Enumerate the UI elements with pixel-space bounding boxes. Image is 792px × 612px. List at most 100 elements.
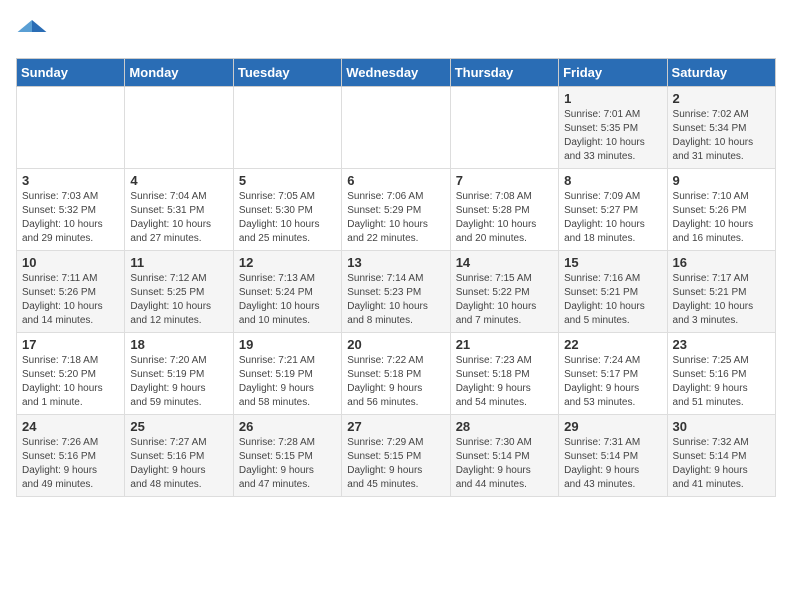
day-info: Sunrise: 7:21 AM Sunset: 5:19 PM Dayligh… xyxy=(239,354,336,410)
weekday-header-monday: Monday xyxy=(125,59,233,87)
calendar-cell: 20 Sunrise: 7:22 AM Sunset: 5:18 PM Dayli… xyxy=(342,333,450,415)
day-info: Sunrise: 7:26 AM Sunset: 5:16 PM Dayligh… xyxy=(22,436,119,492)
day-info: Sunrise: 7:12 AM Sunset: 5:25 PM Dayligh… xyxy=(130,272,227,328)
day-info: Sunrise: 7:15 AM Sunset: 5:22 PM Dayligh… xyxy=(456,272,553,328)
calendar-cell: 9 Sunrise: 7:10 AM Sunset: 5:26 PM Daylig… xyxy=(667,169,775,251)
day-number: 2 xyxy=(673,91,770,106)
day-number: 17 xyxy=(22,337,119,352)
calendar-cell: 19 Sunrise: 7:21 AM Sunset: 5:19 PM Dayli… xyxy=(233,333,341,415)
day-info: Sunrise: 7:04 AM Sunset: 5:31 PM Dayligh… xyxy=(130,190,227,246)
calendar-cell: 26 Sunrise: 7:28 AM Sunset: 5:15 PM Dayli… xyxy=(233,415,341,497)
day-number: 4 xyxy=(130,173,227,188)
day-info: Sunrise: 7:28 AM Sunset: 5:15 PM Dayligh… xyxy=(239,436,336,492)
calendar-cell: 5 Sunrise: 7:05 AM Sunset: 5:30 PM Daylig… xyxy=(233,169,341,251)
day-number: 16 xyxy=(673,255,770,270)
calendar-cell: 8Sunrise: 7:09 AM Sunset: 5:27 PM Daylig… xyxy=(559,169,667,251)
day-number: 18 xyxy=(130,337,227,352)
day-number: 10 xyxy=(22,255,119,270)
calendar-cell: 4 Sunrise: 7:04 AM Sunset: 5:31 PM Daylig… xyxy=(125,169,233,251)
weekday-header-wednesday: Wednesday xyxy=(342,59,450,87)
day-number: 8 xyxy=(564,173,661,188)
day-number: 23 xyxy=(673,337,770,352)
calendar-cell xyxy=(450,87,558,169)
calendar-cell xyxy=(17,87,125,169)
logo xyxy=(16,16,52,48)
day-number: 24 xyxy=(22,419,119,434)
calendar-cell: 18 Sunrise: 7:20 AM Sunset: 5:19 PM Dayli… xyxy=(125,333,233,415)
day-number: 21 xyxy=(456,337,553,352)
day-number: 20 xyxy=(347,337,444,352)
day-number: 26 xyxy=(239,419,336,434)
calendar-cell: 29 Sunrise: 7:31 AM Sunset: 5:14 PM Dayli… xyxy=(559,415,667,497)
calendar-cell: 15 Sunrise: 7:16 AM Sunset: 5:21 PM Dayli… xyxy=(559,251,667,333)
day-number: 30 xyxy=(673,419,770,434)
calendar-cell: 7 Sunrise: 7:08 AM Sunset: 5:28 PM Daylig… xyxy=(450,169,558,251)
calendar-cell xyxy=(233,87,341,169)
day-info: Sunrise: 7:05 AM Sunset: 5:30 PM Dayligh… xyxy=(239,190,336,246)
calendar-cell: 11 Sunrise: 7:12 AM Sunset: 5:25 PM Dayli… xyxy=(125,251,233,333)
day-info: Sunrise: 7:18 AM Sunset: 5:20 PM Dayligh… xyxy=(22,354,119,410)
day-info: Sunrise: 7:17 AM Sunset: 5:21 PM Dayligh… xyxy=(673,272,770,328)
day-info: Sunrise: 7:31 AM Sunset: 5:14 PM Dayligh… xyxy=(564,436,661,492)
day-info: Sunrise: 7:27 AM Sunset: 5:16 PM Dayligh… xyxy=(130,436,227,492)
weekday-header-tuesday: Tuesday xyxy=(233,59,341,87)
day-number: 5 xyxy=(239,173,336,188)
day-number: 15 xyxy=(564,255,661,270)
calendar-cell: 3 Sunrise: 7:03 AM Sunset: 5:32 PM Daylig… xyxy=(17,169,125,251)
calendar-cell: 2 Sunrise: 7:02 AM Sunset: 5:34 PM Daylig… xyxy=(667,87,775,169)
calendar-cell: 17 Sunrise: 7:18 AM Sunset: 5:20 PM Dayli… xyxy=(17,333,125,415)
calendar-table: SundayMondayTuesdayWednesdayThursdayFrid… xyxy=(16,58,776,497)
calendar-cell xyxy=(125,87,233,169)
calendar-cell xyxy=(342,87,450,169)
calendar-week-1: 1Sunrise: 7:01 AM Sunset: 5:35 PM Daylig… xyxy=(17,87,776,169)
day-number: 7 xyxy=(456,173,553,188)
day-info: Sunrise: 7:02 AM Sunset: 5:34 PM Dayligh… xyxy=(673,108,770,164)
day-number: 19 xyxy=(239,337,336,352)
day-number: 28 xyxy=(456,419,553,434)
day-info: Sunrise: 7:32 AM Sunset: 5:14 PM Dayligh… xyxy=(673,436,770,492)
calendar-cell: 25Sunrise: 7:27 AM Sunset: 5:16 PM Dayli… xyxy=(125,415,233,497)
day-number: 9 xyxy=(673,173,770,188)
calendar-cell: 13 Sunrise: 7:14 AM Sunset: 5:23 PM Dayli… xyxy=(342,251,450,333)
calendar-cell: 28 Sunrise: 7:30 AM Sunset: 5:14 PM Dayli… xyxy=(450,415,558,497)
day-info: Sunrise: 7:13 AM Sunset: 5:24 PM Dayligh… xyxy=(239,272,336,328)
day-info: Sunrise: 7:20 AM Sunset: 5:19 PM Dayligh… xyxy=(130,354,227,410)
day-info: Sunrise: 7:08 AM Sunset: 5:28 PM Dayligh… xyxy=(456,190,553,246)
day-info: Sunrise: 7:06 AM Sunset: 5:29 PM Dayligh… xyxy=(347,190,444,246)
day-info: Sunrise: 7:24 AM Sunset: 5:17 PM Dayligh… xyxy=(564,354,661,410)
calendar-week-2: 3 Sunrise: 7:03 AM Sunset: 5:32 PM Daylig… xyxy=(17,169,776,251)
calendar-cell: 21Sunrise: 7:23 AM Sunset: 5:18 PM Dayli… xyxy=(450,333,558,415)
day-number: 3 xyxy=(22,173,119,188)
day-info: Sunrise: 7:29 AM Sunset: 5:15 PM Dayligh… xyxy=(347,436,444,492)
day-number: 11 xyxy=(130,255,227,270)
day-number: 27 xyxy=(347,419,444,434)
day-number: 29 xyxy=(564,419,661,434)
day-number: 12 xyxy=(239,255,336,270)
day-info: Sunrise: 7:16 AM Sunset: 5:21 PM Dayligh… xyxy=(564,272,661,328)
calendar-week-5: 24 Sunrise: 7:26 AM Sunset: 5:16 PM Dayli… xyxy=(17,415,776,497)
calendar-week-3: 10 Sunrise: 7:11 AM Sunset: 5:26 PM Dayli… xyxy=(17,251,776,333)
day-number: 1 xyxy=(564,91,661,106)
day-number: 6 xyxy=(347,173,444,188)
day-info: Sunrise: 7:03 AM Sunset: 5:32 PM Dayligh… xyxy=(22,190,119,246)
calendar-week-4: 17 Sunrise: 7:18 AM Sunset: 5:20 PM Dayli… xyxy=(17,333,776,415)
day-info: Sunrise: 7:14 AM Sunset: 5:23 PM Dayligh… xyxy=(347,272,444,328)
day-info: Sunrise: 7:22 AM Sunset: 5:18 PM Dayligh… xyxy=(347,354,444,410)
logo-icon xyxy=(16,16,48,48)
day-info: Sunrise: 7:25 AM Sunset: 5:16 PM Dayligh… xyxy=(673,354,770,410)
day-number: 22 xyxy=(564,337,661,352)
day-info: Sunrise: 7:30 AM Sunset: 5:14 PM Dayligh… xyxy=(456,436,553,492)
calendar-cell: 30 Sunrise: 7:32 AM Sunset: 5:14 PM Dayli… xyxy=(667,415,775,497)
weekday-header-sunday: Sunday xyxy=(17,59,125,87)
calendar-cell: 14Sunrise: 7:15 AM Sunset: 5:22 PM Dayli… xyxy=(450,251,558,333)
day-info: Sunrise: 7:10 AM Sunset: 5:26 PM Dayligh… xyxy=(673,190,770,246)
calendar-cell: 22 Sunrise: 7:24 AM Sunset: 5:17 PM Dayli… xyxy=(559,333,667,415)
calendar-cell: 10 Sunrise: 7:11 AM Sunset: 5:26 PM Dayli… xyxy=(17,251,125,333)
weekday-header-friday: Friday xyxy=(559,59,667,87)
calendar-cell: 6 Sunrise: 7:06 AM Sunset: 5:29 PM Daylig… xyxy=(342,169,450,251)
calendar-cell: 23 Sunrise: 7:25 AM Sunset: 5:16 PM Dayli… xyxy=(667,333,775,415)
day-info: Sunrise: 7:11 AM Sunset: 5:26 PM Dayligh… xyxy=(22,272,119,328)
day-number: 13 xyxy=(347,255,444,270)
calendar-cell: 1Sunrise: 7:01 AM Sunset: 5:35 PM Daylig… xyxy=(559,87,667,169)
calendar-cell: 12 Sunrise: 7:13 AM Sunset: 5:24 PM Dayli… xyxy=(233,251,341,333)
